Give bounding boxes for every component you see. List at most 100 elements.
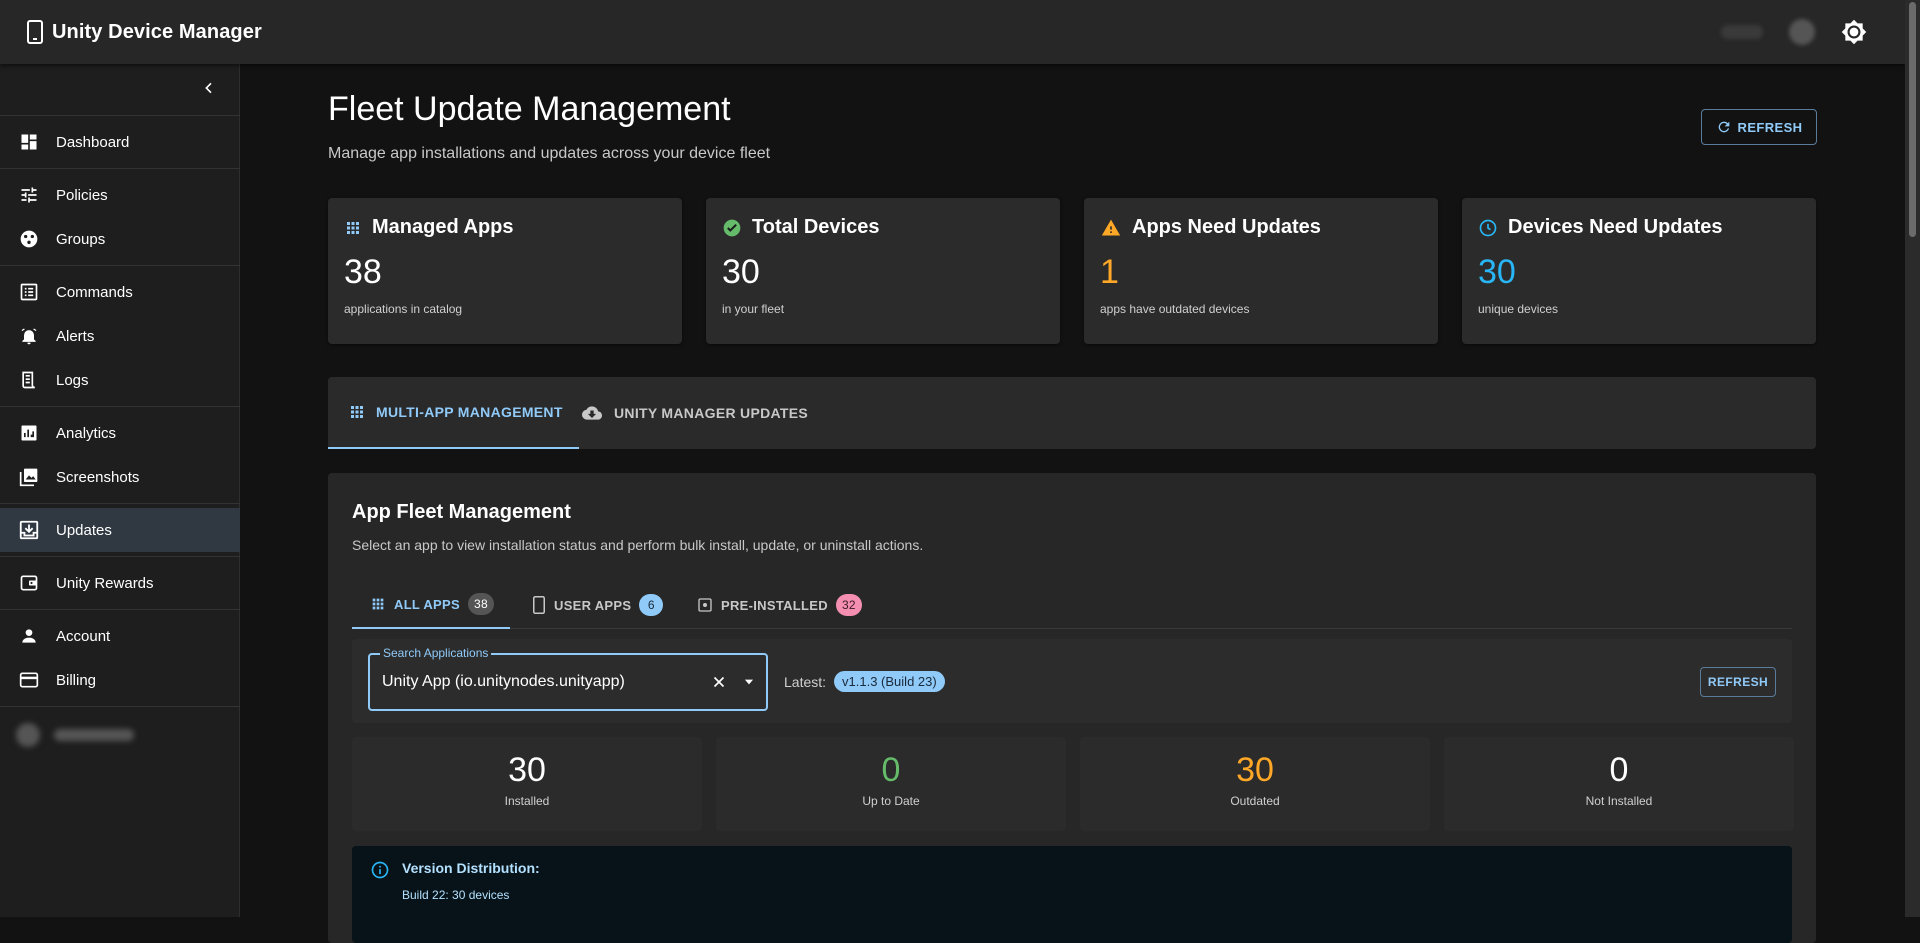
sidebar-item-billing[interactable]: Billing (0, 658, 240, 702)
sidebar: Dashboard Policies Groups Commands Alert… (0, 64, 240, 917)
page-title: Fleet Update Management (328, 90, 731, 128)
brand: Unity Device Manager (26, 20, 262, 44)
sidebar-item-groups[interactable]: Groups (0, 217, 240, 261)
sidebar-item-label: Screenshots (56, 468, 140, 486)
refresh-app-button[interactable]: REFRESH (1700, 667, 1776, 697)
stat-caption: unique devices (1478, 302, 1559, 316)
latest-version-chip: v1.1.3 (Build 23) (834, 671, 945, 692)
sidebar-item-screenshots[interactable]: Screenshots (0, 455, 240, 499)
phone-icon (27, 20, 43, 44)
collapse-sidebar-button[interactable] (197, 76, 221, 100)
sidebar-item-label: Billing (56, 671, 97, 689)
sidebar-item-dashboard[interactable]: Dashboard (0, 120, 240, 164)
sidebar-item-alerts[interactable]: Alerts (0, 314, 240, 358)
apps-grid-icon (351, 406, 363, 418)
stat-card-managed-apps: Managed Apps 38 applications in catalog (328, 198, 682, 344)
receipt-icon (18, 369, 40, 391)
tune-icon (18, 184, 40, 206)
app-fleet-panel: App Fleet Management Select an app to vi… (328, 473, 1816, 943)
search-input[interactable]: Unity App (io.unitynodes.unityapp) (382, 673, 625, 691)
tab-all-apps[interactable]: ALL APPS 38 (352, 581, 510, 629)
groups-icon (18, 228, 40, 250)
search-label: Search Applications (380, 646, 492, 660)
latest-version: Latest: v1.1.3 (Build 23) (784, 671, 945, 692)
tab-multi-app-management[interactable]: MULTI-APP MANAGEMENT (328, 377, 579, 449)
person-icon (18, 625, 40, 647)
sidebar-item-label: Updates (56, 521, 112, 539)
count-badge: 38 (467, 593, 494, 615)
cloud-download-icon (582, 406, 602, 420)
stats-row: Managed Apps 38 applications in catalog … (328, 198, 1816, 344)
search-applications-field[interactable]: Search Applications Unity App (io.unityn… (368, 646, 768, 711)
phone-icon (533, 596, 545, 614)
blurred-plan-chip (1721, 25, 1763, 39)
count-badge: 6 (639, 594, 664, 616)
clock-icon (1479, 219, 1497, 236)
sidebar-item-label: Logs (56, 371, 89, 389)
count-badge: 32 (835, 594, 862, 616)
info-icon (370, 860, 390, 885)
sidebar-item-account[interactable]: Account (0, 614, 240, 658)
tab-user-apps[interactable]: USER APPS 6 (532, 581, 664, 629)
sidebar-item-updates[interactable]: Updates (0, 508, 240, 552)
sidebar-item-label: Dashboard (56, 133, 130, 151)
sidebar-item-policies[interactable]: Policies (0, 173, 240, 217)
app-filter-tabs: ALL APPS 38 USER APPS 6 PRE-INSTALLED 32 (352, 581, 1792, 629)
alert-line: Build 22: 30 devices (402, 888, 510, 902)
metric-outdated: 30 Outdated (1080, 737, 1430, 831)
tab-pre-installed[interactable]: PRE-INSTALLED 32 (697, 581, 862, 629)
sidebar-item-label: Unity Rewards (56, 574, 154, 592)
sidebar-item-analytics[interactable]: Analytics (0, 411, 240, 455)
refresh-button[interactable]: REFRESH (1701, 109, 1817, 145)
stat-value: 1 (1100, 253, 1119, 291)
stat-card-apps-need-updates: Apps Need Updates 1 apps have outdated d… (1084, 198, 1438, 344)
alarm-icon (18, 325, 40, 347)
metric-not-installed: 0 Not Installed (1444, 737, 1794, 831)
download-icon (18, 519, 40, 541)
credit-card-icon (18, 669, 40, 691)
analytics-icon (18, 422, 40, 444)
sidebar-item-label: Commands (56, 283, 133, 301)
clear-icon[interactable] (710, 673, 728, 696)
page-subtitle: Manage app installations and updates acr… (328, 145, 771, 162)
tab-unity-manager-updates[interactable]: UNITY MANAGER UPDATES (580, 377, 808, 449)
avatar[interactable] (1789, 19, 1815, 45)
sidebar-item-label: Account (56, 627, 111, 645)
metric-up-to-date: 0 Up to Date (716, 737, 1066, 831)
page-scrollbar[interactable] (1905, 0, 1920, 917)
stat-value: 30 (722, 253, 760, 291)
stat-caption: in your fleet (722, 302, 785, 316)
apps-grid-icon (372, 598, 384, 610)
chevron-left-icon (205, 82, 212, 94)
stat-value: 38 (344, 253, 382, 291)
scrollbar-thumb[interactable] (1909, 2, 1916, 237)
sidebar-item-label: Alerts (56, 327, 95, 345)
sidebar-nav: Dashboard Policies Groups Commands Alert… (0, 111, 240, 759)
sidebar-item-label: Groups (56, 230, 106, 248)
wallet-icon (18, 572, 40, 594)
app-title: Unity Device Manager (52, 20, 262, 43)
theme-toggle-icon[interactable] (1841, 19, 1867, 45)
dashboard-icon (18, 131, 40, 153)
panel-title: App Fleet Management (352, 501, 571, 523)
sidebar-item-commands[interactable]: Commands (0, 270, 240, 314)
app-bar: Unity Device Manager (0, 0, 1905, 64)
sidebar-item-unity-rewards[interactable]: Unity Rewards (0, 561, 240, 605)
sidebar-item-logs[interactable]: Logs (0, 358, 240, 402)
warning-icon (1101, 219, 1121, 235)
stat-caption: applications in catalog (344, 302, 463, 316)
list-icon (18, 281, 40, 303)
blurred-user-item[interactable] (0, 711, 240, 759)
chevron-down-icon[interactable] (742, 675, 756, 694)
photo-library-icon (18, 466, 40, 488)
metric-installed: 30 Installed (352, 737, 702, 831)
stat-card-devices-need-updates: Devices Need Updates 30 unique devices (1462, 198, 1816, 344)
avatar (16, 723, 40, 747)
search-card: Search Applications Unity App (io.unityn… (352, 639, 1792, 723)
sidebar-item-label: Analytics (56, 424, 117, 442)
refresh-icon (1718, 121, 1729, 133)
alert-heading: Version Distribution: (402, 860, 540, 876)
main-tabs: MULTI-APP MANAGEMENT UNITY MANAGER UPDAT… (328, 377, 1816, 449)
stat-value: 30 (1478, 253, 1516, 291)
apps-grid-icon (347, 221, 359, 234)
